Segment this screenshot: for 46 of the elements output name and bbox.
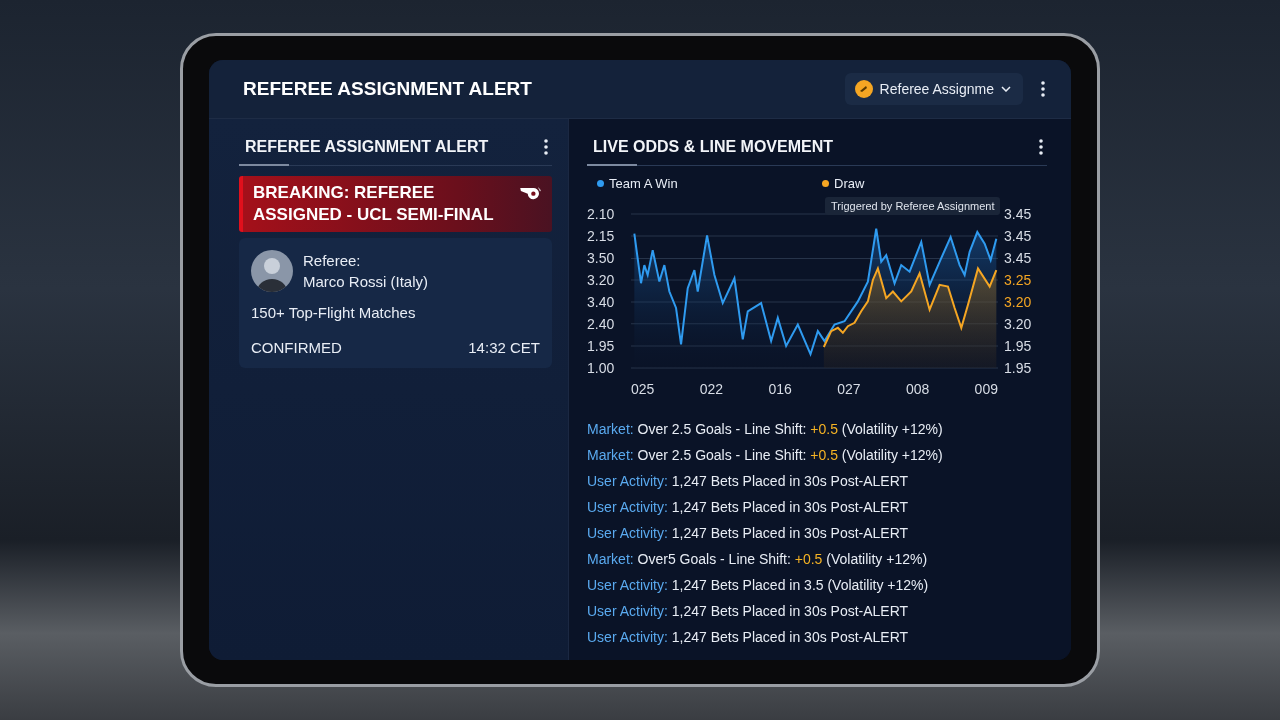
axis-label: 3.25 [1004,271,1033,290]
activity-feed-line: User Activity: 1,247 Bets Placed in 30s Post-ALERT [587,628,910,647]
chart-tooltip: Triggered by Referee Assignment [825,197,1001,215]
alert-headline: BREAKING: REFEREE ASSIGNED - UCL SEMI-FINAL [253,182,495,226]
app-title: REFEREE ASSIGNMENT ALERT [243,78,533,100]
axis-label: 1.95 [587,337,616,356]
axis-label: 3.40 [587,293,616,312]
referee-experience: 150+ Top-Flight Matches [251,303,417,323]
axis-label: 3.45 [1004,227,1033,246]
activity-feed-line: User Activity: 1,247 Bets Placed in 3.5 (Volatility +12%) [587,576,930,595]
axis-label: 2.10 [587,205,616,224]
axis-label: 2.15 [587,227,616,246]
axis-label: 008 [905,381,930,397]
panel-title: REFEREE ASSIGNMENT ALERT [245,138,489,156]
alert-dropdown[interactable]: Referee Assignme [844,73,1023,105]
axis-label: 1.00 [587,359,616,378]
axis-label: 025 [631,381,655,397]
panel-title: LIVE ODDS & LINE MOVEMENT [593,138,833,156]
activity-feed-line: User Activity: 1,247 Bets Placed in 30s Post-ALERT [587,524,910,543]
axis-label: 3.20 [587,271,616,290]
axis-label: 2.40 [587,315,616,334]
axis-label: 3.45 [1004,249,1033,268]
axis-label: 1.95 [1004,337,1033,356]
activity-feed-line: Market: Over 2.5 Goals - Line Shift: +0.5 (Volatility +12%) [587,420,944,439]
axis-label: 009 [974,381,998,397]
chevron-down-icon [1001,86,1011,92]
axis-label: 027 [837,381,861,397]
activity-feed-line: User Activity: 1,247 Bets Placed in 30s Post-ALERT [587,602,910,621]
legend-label: Team A Win [609,176,678,191]
activity-feed-line: Market: Over 2.5 Goals - Line Shift: +0.5 (Volatility +12%) [587,446,944,465]
axis-label: 3.45 [1004,205,1033,224]
legend-label: Draw [834,176,865,191]
avatar-silhouette [251,250,293,292]
axis-label: 3.20 [1004,315,1033,334]
axis-label: 1.95 [1004,359,1033,378]
activity-feed-line: User Activity: 1,247 Bets Placed in 30s Post-ALERT [587,498,910,517]
axis-label: 022 [699,381,724,397]
axis-label: 3.50 [587,249,616,268]
activity-feed-line: User Activity: 1,247 Bets Placed in 30s Post-ALERT [587,472,910,491]
axis-label: 016 [768,381,792,397]
assignment-status: CONFIRMED [251,338,342,358]
assignment-time: 14:32 CET [468,338,540,358]
axis-label: 3.20 [1004,293,1033,312]
referee-name: Marco Rossi (Italy) [303,272,429,292]
activity-feed-line: Market: Over5 Goals - Line Shift: +0.5 (Volatility +12%) [587,550,929,569]
referee-label: Referee: [303,251,362,271]
